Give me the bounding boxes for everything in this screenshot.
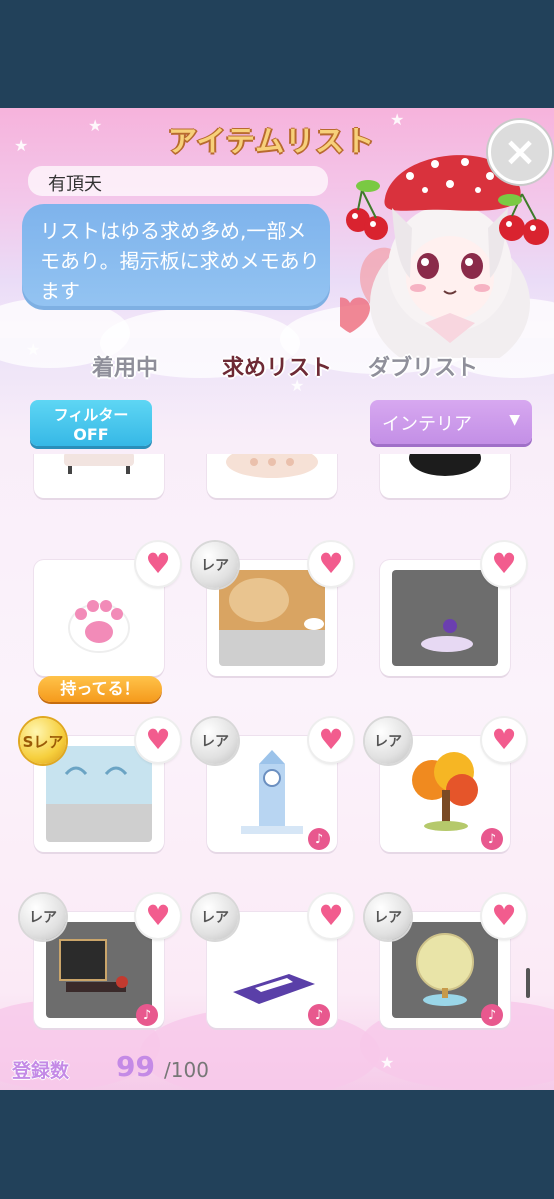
globe-icon [392, 922, 498, 1018]
tab-bar: 着用中 求めリスト ダブリスト [0, 350, 554, 390]
rare-label: レア [201, 910, 229, 926]
rare-badge: レア [365, 718, 411, 764]
rare-badge: レア [192, 718, 238, 764]
footer: 登録数 99 /100 [0, 1044, 554, 1090]
favorite-button[interactable]: ♥ [309, 894, 353, 938]
profile-message: リストはゆる求め多め,一部メモあり。掲示板に求めメモあります [40, 219, 320, 303]
filter-label: フィルター [53, 406, 129, 424]
music-note-icon: ♪ [481, 1004, 503, 1026]
black-object-icon [392, 454, 498, 488]
sofa-icon [46, 454, 152, 488]
favorite-button[interactable]: ♥ [482, 542, 526, 586]
tab-wearing[interactable]: 着用中 [92, 350, 158, 382]
favorite-button[interactable]: ♥ [136, 894, 180, 938]
music-note-icon: ♪ [481, 828, 503, 850]
favorite-button[interactable]: ♥ [309, 718, 353, 762]
rare-label: レア [374, 910, 402, 926]
status-area-top [0, 0, 554, 108]
star-decoration: ★ [88, 116, 103, 135]
heart-icon: ♥ [145, 723, 171, 756]
rare-label: レア [374, 734, 402, 750]
item-grid: 持ってる！ レア Sレア レア レア レア レア レア ♥ ♥ ♥ ♥ ♥ ♥ … [0, 454, 554, 1034]
favorite-button[interactable]: ♥ [136, 718, 180, 762]
category-select[interactable]: インテリア ▼ [370, 400, 532, 444]
rare-badge: レア [365, 894, 411, 940]
item-card[interactable] [34, 454, 164, 498]
favorite-button[interactable]: ♥ [482, 894, 526, 938]
heart-icon: ♥ [318, 899, 344, 932]
tab-duplicate-list[interactable]: ダブリスト [368, 350, 478, 382]
star-decoration: ★ [14, 136, 29, 155]
close-button[interactable]: × [488, 120, 552, 184]
status-area-bottom [0, 1090, 554, 1199]
piano-icon [219, 922, 325, 1018]
favorite-button[interactable]: ♥ [482, 718, 526, 762]
category-value: インテリア [382, 414, 472, 435]
rare-badge: レア [192, 542, 238, 588]
scrollbar[interactable] [526, 968, 530, 998]
rug-icon [219, 454, 325, 488]
rare-badge: レア [20, 894, 66, 940]
heart-icon: ♥ [145, 899, 171, 932]
clock-tower-icon [219, 746, 325, 842]
filter-button[interactable]: フィルター OFF [30, 400, 152, 446]
music-note-icon: ♪ [308, 1004, 330, 1026]
registered-max: /100 [164, 1058, 209, 1082]
rare-label: レア [29, 910, 57, 926]
heart-icon: ♥ [491, 899, 517, 932]
user-name: 有頂天 [48, 174, 102, 195]
rare-label: レア [201, 734, 229, 750]
paw-icon [46, 570, 152, 666]
tab-wish-list[interactable]: 求めリスト [222, 350, 332, 382]
item-card[interactable] [380, 454, 510, 498]
filter-state: OFF [73, 425, 109, 444]
user-name-label: 有頂天 [28, 166, 328, 196]
profile-message-bubble: リストはゆる求め多め,一部メモあり。掲示板に求めメモあります [22, 204, 330, 310]
s-rare-label: Sレア [22, 732, 64, 751]
close-icon: × [503, 129, 537, 175]
star-decoration: ★ [390, 110, 405, 129]
heart-icon: ♥ [145, 547, 171, 580]
autumn-tree-icon [392, 746, 498, 842]
animal-icon [219, 570, 325, 666]
stage-icon [46, 922, 152, 1018]
heart-icon: ♥ [318, 547, 344, 580]
music-note-icon: ♪ [136, 1004, 158, 1026]
music-note-icon: ♪ [308, 828, 330, 850]
registered-count: 99 [116, 1050, 155, 1083]
heart-icon: ♥ [318, 723, 344, 756]
favorite-button[interactable]: ♥ [136, 542, 180, 586]
moon-icon [392, 570, 498, 666]
chevron-down-icon: ▼ [509, 412, 520, 428]
registered-count-label: 登録数 [12, 1060, 70, 1082]
item-card[interactable] [207, 454, 337, 498]
favorite-button[interactable]: ♥ [309, 542, 353, 586]
heart-icon: ♥ [491, 547, 517, 580]
s-rare-badge: Sレア [20, 718, 66, 764]
owned-badge: 持ってる！ [38, 676, 162, 702]
item-list-panel: ★ ★ ★ ★ ★ ★ アイテムリスト 有頂天 リストはゆる求め多め,一部メモあ… [0, 108, 554, 1090]
wall-decor-icon [46, 746, 152, 842]
heart-icon: ♥ [491, 723, 517, 756]
rare-label: レア [201, 558, 229, 574]
rare-badge: レア [192, 894, 238, 940]
